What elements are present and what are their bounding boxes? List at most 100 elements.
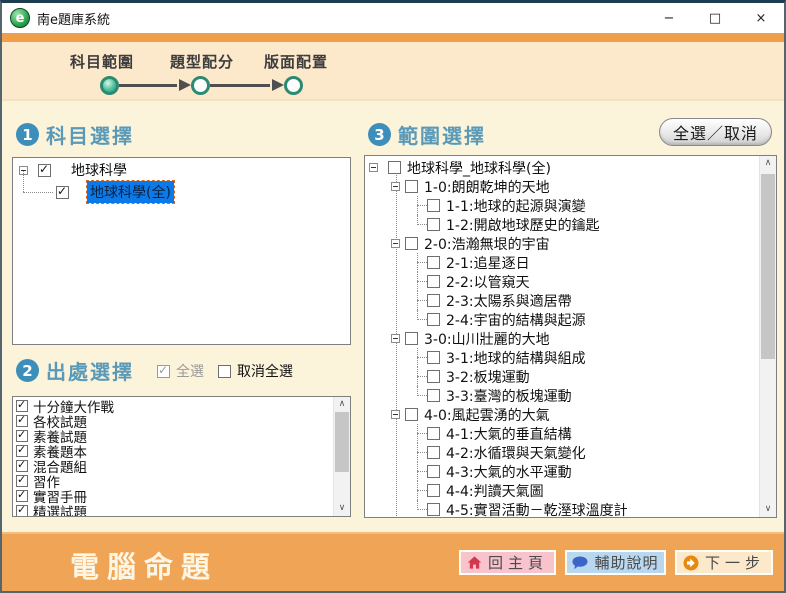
scroll-down-icon[interactable]: ∨	[334, 501, 350, 516]
checkbox-unchecked[interactable]	[427, 256, 440, 269]
list-item-label[interactable]: 精選試題	[33, 501, 87, 518]
tree-item-label[interactable]: 1-2:開啟地球歷史的鑰匙	[446, 215, 600, 235]
checkbox-unchecked[interactable]	[405, 237, 418, 250]
checkbox-unchecked[interactable]	[427, 465, 440, 478]
checkbox-unchecked[interactable]	[405, 408, 418, 421]
select-all-checkbox[interactable]: 全選	[157, 361, 204, 381]
checkbox-checked[interactable]	[38, 164, 51, 177]
tree-row[interactable]: 3-3:臺灣的板塊運動	[365, 386, 759, 405]
scrollbar-thumb[interactable]	[335, 412, 349, 472]
scrollbar[interactable]: ∧ ∨	[333, 397, 350, 516]
collapse-expander-icon[interactable]	[369, 163, 378, 172]
scrollbar-thumb[interactable]	[761, 174, 775, 359]
checkbox-checked[interactable]	[16, 490, 28, 502]
checkbox-unchecked[interactable]	[427, 294, 440, 307]
tree-item-label[interactable]: 地球科學	[71, 160, 127, 180]
tree-row[interactable]: 1-1:地球的起源與演變	[365, 196, 759, 215]
checkbox-unchecked[interactable]	[427, 351, 440, 364]
minimize-button[interactable]: −	[646, 3, 692, 33]
checkbox-unchecked[interactable]	[427, 199, 440, 212]
tree-item-label[interactable]: 地球科學_地球科學(全)	[407, 158, 551, 178]
checkbox-checked[interactable]	[56, 186, 69, 199]
tree-item-label[interactable]: 1-1:地球的起源與演變	[446, 196, 586, 216]
checkbox-unchecked[interactable]	[427, 218, 440, 231]
checkbox-checked[interactable]	[16, 400, 28, 412]
tree-item-label[interactable]: 2-2:以管窺天	[446, 272, 530, 292]
checkbox-checked[interactable]	[16, 460, 28, 472]
tree-item-label[interactable]: 4-3:大氣的水平運動	[446, 462, 572, 482]
tree-item-label[interactable]: 2-3:太陽系與適居帶	[446, 291, 572, 311]
checkbox-unchecked[interactable]	[427, 484, 440, 497]
tree-row[interactable]: 3-2:板塊運動	[365, 367, 759, 386]
help-button[interactable]: 輔助說明	[565, 550, 666, 575]
tree-row[interactable]: 1-0:朗朗乾坤的天地	[365, 177, 759, 196]
tree-item-label[interactable]: 4-2:水循環與天氣變化	[446, 443, 586, 463]
next-step-button[interactable]: 下一步	[675, 550, 773, 575]
tree-item-label[interactable]: 3-2:板塊運動	[446, 367, 530, 387]
tree-item-label[interactable]: 2-0:浩瀚無垠的宇宙	[424, 234, 550, 254]
checkbox-unchecked[interactable]	[218, 365, 231, 378]
tree-row[interactable]: 4-4:判讀天氣圖	[365, 481, 759, 500]
tree-row[interactable]: 4-3:大氣的水平運動	[365, 462, 759, 481]
tree-row[interactable]: 2-0:浩瀚無垠的宇宙	[365, 234, 759, 253]
checkbox-unchecked[interactable]	[427, 446, 440, 459]
close-button[interactable]: ×	[738, 3, 784, 33]
scroll-up-icon[interactable]: ∧	[760, 156, 776, 171]
tree-row[interactable]: 地球科學(全)	[13, 182, 350, 202]
tree-row[interactable]: 3-1:地球的結構與組成	[365, 348, 759, 367]
tree-item-label[interactable]: 2-4:宇宙的結構與起源	[446, 310, 586, 330]
tree-row[interactable]: 2-4:宇宙的結構與起源	[365, 310, 759, 329]
tree-item-label[interactable]: 地球科學(全)	[87, 181, 174, 203]
list-item[interactable]: 混合題組	[13, 458, 333, 473]
step-circle-3[interactable]	[284, 76, 303, 95]
step-circle-2[interactable]	[191, 76, 210, 95]
checkbox-unchecked[interactable]	[388, 161, 401, 174]
checkbox-checked[interactable]	[16, 505, 28, 517]
tree-row[interactable]: 3-0:山川壯麗的大地	[365, 329, 759, 348]
home-button[interactable]: 回主頁	[459, 550, 556, 575]
tree-row[interactable]: 4-1:大氣的垂直結構	[365, 424, 759, 443]
list-item[interactable]: 精選試題	[13, 503, 333, 517]
tree-item-label[interactable]: 4-4:判讀天氣圖	[446, 481, 544, 501]
collapse-expander-icon[interactable]	[391, 410, 400, 419]
checkbox-checked[interactable]	[16, 445, 28, 457]
tree-row[interactable]: 2-2:以管窺天	[365, 272, 759, 291]
tree-row[interactable]: 4-0:風起雲湧的大氣	[365, 405, 759, 424]
collapse-expander-icon[interactable]	[391, 334, 400, 343]
tree-row[interactable]: 4-2:水循環與天氣變化	[365, 443, 759, 462]
collapse-expander-icon[interactable]	[391, 182, 400, 191]
checkbox-checked[interactable]	[16, 475, 28, 487]
checkbox-unchecked[interactable]	[427, 275, 440, 288]
tree-item-label[interactable]: 3-3:臺灣的板塊運動	[446, 386, 572, 406]
tree-item-label[interactable]: 1-0:朗朗乾坤的天地	[424, 177, 550, 197]
tree-item-label[interactable]: 4-5:實習活動－乾溼球溫度計	[446, 500, 628, 519]
toggle-select-all-button[interactable]: 全選／取消	[659, 118, 772, 146]
checkbox-unchecked[interactable]	[427, 313, 440, 326]
checkbox-checked[interactable]	[16, 415, 28, 427]
checkbox-checked[interactable]	[16, 430, 28, 442]
checkbox-unchecked[interactable]	[405, 180, 418, 193]
tree-row[interactable]: 1-2:開啟地球歷史的鑰匙	[365, 215, 759, 234]
maximize-button[interactable]: □	[692, 3, 738, 33]
tree-item-label[interactable]: 4-0:風起雲湧的大氣	[424, 405, 550, 425]
collapse-expander-icon[interactable]	[391, 239, 400, 248]
scroll-down-icon[interactable]: ∨	[760, 502, 776, 517]
tree-item-label[interactable]: 3-0:山川壯麗的大地	[424, 329, 550, 349]
tree-row[interactable]: 2-1:追星逐日	[365, 253, 759, 272]
tree-row[interactable]: 2-3:太陽系與適居帶	[365, 291, 759, 310]
checkbox-unchecked[interactable]	[405, 332, 418, 345]
checkbox-checked-disabled[interactable]	[157, 365, 170, 378]
scrollbar[interactable]: ∧ ∨	[759, 156, 776, 517]
tree-row[interactable]: 地球科學_地球科學(全)	[365, 158, 759, 177]
scroll-up-icon[interactable]: ∧	[334, 397, 350, 412]
step-circle-1-active[interactable]	[100, 76, 119, 95]
checkbox-unchecked[interactable]	[427, 427, 440, 440]
tree-row[interactable]: 地球科學	[13, 160, 350, 180]
tree-item-label[interactable]: 4-1:大氣的垂直結構	[446, 424, 572, 444]
checkbox-unchecked[interactable]	[427, 370, 440, 383]
checkbox-unchecked[interactable]	[427, 503, 440, 516]
deselect-all-checkbox[interactable]: 取消全選	[218, 361, 293, 381]
tree-row[interactable]: 4-5:實習活動－乾溼球溫度計	[365, 500, 759, 518]
tree-item-label[interactable]: 2-1:追星逐日	[446, 253, 530, 273]
checkbox-unchecked[interactable]	[427, 389, 440, 402]
